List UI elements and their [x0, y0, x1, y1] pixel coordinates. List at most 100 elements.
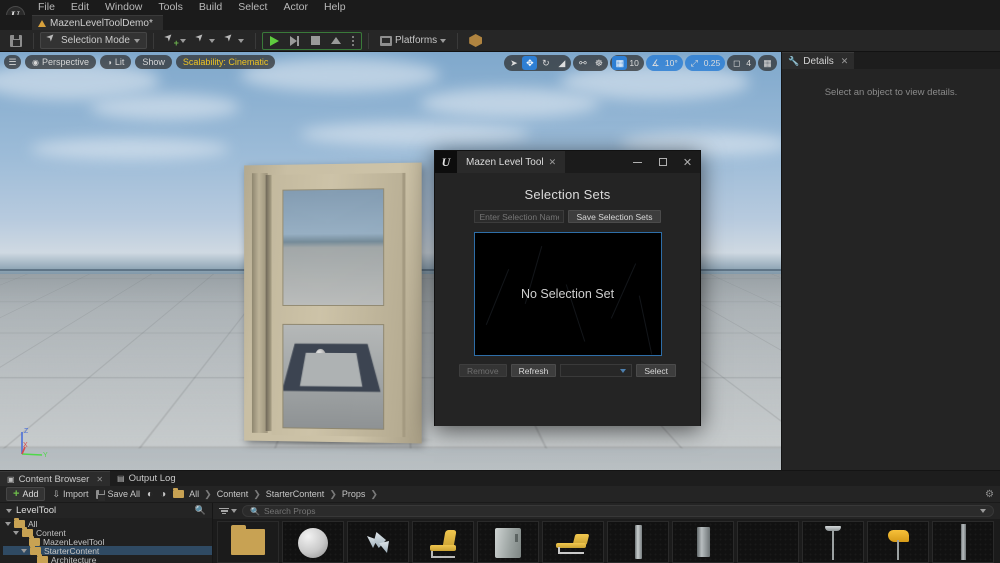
- viewport-layout-icon[interactable]: ▦: [760, 56, 775, 70]
- search-icon[interactable]: 🔍: [195, 505, 206, 516]
- breadcrumb-all[interactable]: All: [189, 489, 199, 499]
- search-input[interactable]: [263, 506, 976, 516]
- maximize-button[interactable]: [650, 151, 675, 173]
- blueprints-button[interactable]: [191, 32, 220, 50]
- tab-output-log[interactable]: ▤ Output Log: [110, 471, 183, 486]
- translate-icon[interactable]: ✥: [522, 56, 538, 70]
- step-icon[interactable]: [289, 35, 300, 46]
- rotate-icon[interactable]: ↻: [538, 56, 553, 70]
- play-options-icon[interactable]: [351, 35, 354, 46]
- viewport-menu-icon[interactable]: ☰: [4, 55, 21, 69]
- angle-snap-value[interactable]: 10°: [664, 58, 681, 68]
- cinematics-button[interactable]: [220, 32, 249, 50]
- tab-details[interactable]: 🔧 Details ✕: [782, 52, 855, 69]
- gear-icon[interactable]: ⚙: [985, 489, 994, 500]
- grid-snap-value[interactable]: 10: [628, 58, 641, 68]
- breadcrumb-startercontent[interactable]: StarterContent: [266, 489, 325, 499]
- close-button[interactable]: ✕: [675, 151, 700, 173]
- asset-pillar[interactable]: [672, 521, 734, 563]
- selection-sets-list[interactable]: No Selection Set: [473, 232, 662, 356]
- grid-snap-icon[interactable]: ▦: [612, 56, 628, 70]
- menu-edit[interactable]: Edit: [63, 0, 97, 15]
- viewport-lit-dropdown[interactable]: ◑ Lit: [100, 55, 132, 69]
- remove-button[interactable]: Remove: [458, 364, 507, 377]
- world-coords-icon[interactable]: ⚯: [575, 56, 590, 70]
- refresh-button[interactable]: Refresh: [510, 364, 557, 377]
- menu-actor[interactable]: Actor: [275, 0, 316, 15]
- menu-tools[interactable]: Tools: [150, 0, 191, 15]
- save-all-button[interactable]: Save All: [95, 489, 140, 501]
- selection-name-input[interactable]: [474, 210, 565, 223]
- chevron-down-icon[interactable]: [13, 530, 19, 535]
- selection-mode-dropdown[interactable]: Selection Mode: [40, 32, 147, 49]
- tree-item-content[interactable]: Content: [3, 526, 212, 538]
- asset-bench[interactable]: [542, 521, 604, 563]
- menu-select[interactable]: Select: [230, 0, 275, 15]
- camera-icon[interactable]: ◻: [729, 56, 744, 70]
- close-icon[interactable]: ✕: [549, 157, 557, 168]
- platforms-button[interactable]: Platforms: [375, 32, 451, 50]
- viewport-perspective-dropdown[interactable]: ◉ Perspective: [25, 55, 97, 69]
- asset-lamp[interactable]: [802, 521, 864, 563]
- chevron-down-icon: [179, 38, 186, 43]
- level-tab[interactable]: MazenLevelToolDemo*: [32, 15, 163, 30]
- scale-snap-icon[interactable]: ⤢: [687, 56, 702, 70]
- asset-empty-1[interactable]: [737, 521, 799, 563]
- viewport-scalability-dropdown[interactable]: Scalability: Cinematic: [175, 55, 276, 69]
- filter-button[interactable]: [219, 507, 237, 515]
- scale-snap-value[interactable]: 0.25: [703, 58, 724, 68]
- add-actor-button[interactable]: +: [160, 32, 191, 50]
- menu-file[interactable]: File: [30, 0, 63, 15]
- close-icon[interactable]: ✕: [96, 475, 103, 484]
- settings-cube-button[interactable]: [464, 32, 487, 50]
- asset-search-box[interactable]: 🔍: [242, 505, 994, 517]
- door-actor[interactable]: [243, 162, 423, 446]
- asset-folder[interactable]: [217, 521, 279, 563]
- tab-content-browser[interactable]: ▣ Content Browser ✕: [0, 471, 111, 486]
- select-button[interactable]: Select: [636, 364, 677, 377]
- tree-item-all[interactable]: All: [3, 517, 212, 529]
- save-button[interactable]: [5, 32, 27, 50]
- asset-column[interactable]: [932, 521, 994, 563]
- save-selection-sets-button[interactable]: Save Selection Sets: [568, 210, 661, 223]
- asset-chair[interactable]: [412, 521, 474, 563]
- mazen-tool-titlebar[interactable]: U Mazen Level Tool ✕ ✕: [435, 151, 700, 173]
- chevron-down-icon[interactable]: [5, 521, 11, 526]
- menu-help[interactable]: Help: [316, 0, 354, 15]
- chevron-down-icon[interactable]: [21, 548, 27, 553]
- asset-sphere[interactable]: [282, 521, 344, 563]
- angle-snap-icon[interactable]: ∡: [648, 56, 663, 70]
- grid-snap-group: ▦ 10: [610, 55, 644, 71]
- chevron-down-icon[interactable]: [980, 509, 986, 513]
- camera-speed-value[interactable]: 4: [745, 58, 754, 68]
- nav-forward-button[interactable]: ◑: [160, 489, 166, 500]
- chevron-down-icon[interactable]: [6, 508, 12, 513]
- menu-window[interactable]: Window: [97, 0, 150, 15]
- select-icon[interactable]: ➤: [506, 56, 521, 70]
- selection-set-dropdown[interactable]: [560, 364, 633, 377]
- eject-icon[interactable]: [330, 37, 341, 44]
- asset-table-lamp[interactable]: [867, 521, 929, 563]
- import-button[interactable]: ⇩ Import: [52, 489, 88, 500]
- tree-item-startercontent[interactable]: StarterContent: [3, 544, 212, 556]
- tree-item-architecture[interactable]: Architecture: [3, 553, 212, 563]
- asset-grid: [213, 519, 1000, 563]
- close-icon[interactable]: ✕: [841, 56, 849, 67]
- wrench-icon: 🔧: [788, 55, 800, 66]
- minimize-button[interactable]: [625, 151, 650, 173]
- asset-shards[interactable]: [347, 521, 409, 563]
- asset-pipe[interactable]: [607, 521, 669, 563]
- stop-icon[interactable]: [310, 36, 320, 45]
- add-button[interactable]: + Add: [6, 487, 46, 501]
- play-icon[interactable]: [269, 35, 279, 46]
- menu-build[interactable]: Build: [191, 0, 230, 15]
- nav-back-button[interactable]: ◐: [147, 489, 153, 500]
- asset-appliance[interactable]: [477, 521, 539, 563]
- breadcrumb-props[interactable]: Props: [342, 489, 366, 499]
- mazen-tool-tab[interactable]: Mazen Level Tool ✕: [457, 151, 566, 173]
- surface-snap-icon[interactable]: ☸: [591, 56, 606, 70]
- scale-icon[interactable]: ◢: [554, 56, 569, 70]
- mazen-level-tool-window[interactable]: U Mazen Level Tool ✕ ✕ Selection Sets En…: [434, 150, 701, 426]
- breadcrumb-content[interactable]: Content: [217, 489, 249, 499]
- viewport-show-dropdown[interactable]: Show: [135, 55, 172, 69]
